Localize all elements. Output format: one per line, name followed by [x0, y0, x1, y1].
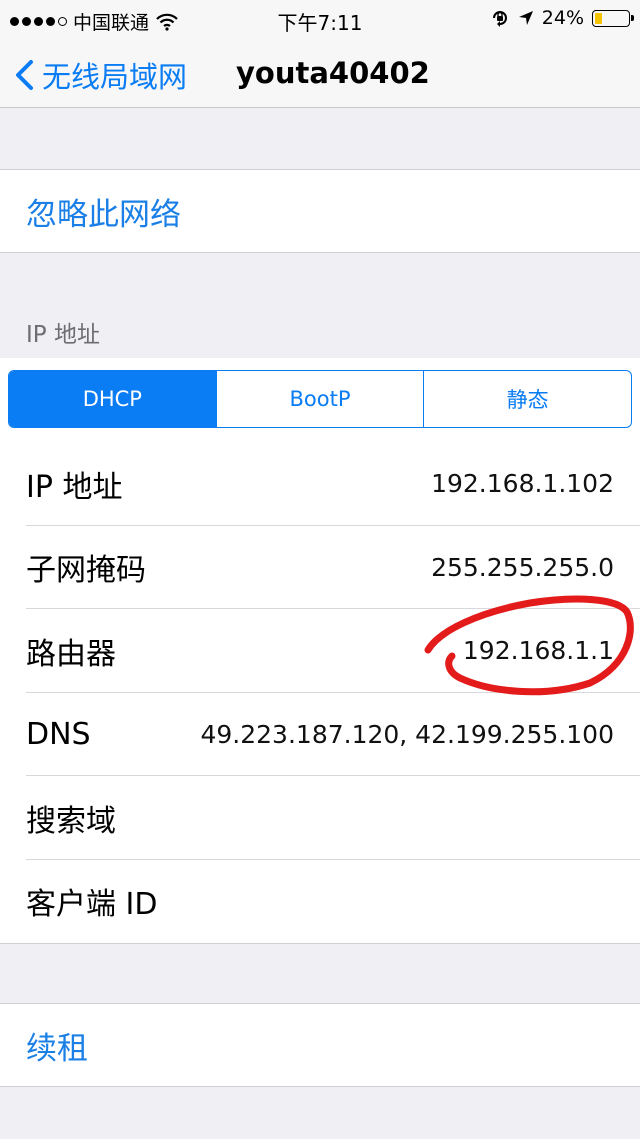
row-client-id[interactable]: 客户端 ID: [0, 860, 640, 944]
chevron-left-icon: [16, 60, 33, 90]
row-label: 子网掩码: [26, 553, 146, 589]
row-router: 路由器 192.168.1.1: [0, 609, 640, 693]
forget-network-group: 忽略此网络: [0, 169, 640, 253]
ip-mode-container: DHCP BootP 静态: [0, 358, 640, 442]
row-label: 搜索域: [26, 803, 116, 839]
row-subnet-mask: 子网掩码 255.255.255.0: [0, 526, 640, 610]
location-arrow-icon: [518, 11, 533, 25]
ip-details-list: IP 地址 192.168.1.102 子网掩码 255.255.255.0 路…: [0, 442, 640, 944]
row-dns[interactable]: DNS 49.223.187.120, 42.199.255.100: [0, 693, 640, 777]
row-value: 192.168.1.1: [462, 636, 614, 666]
navigation-bar: 无线局域网 youta40402: [0, 40, 640, 108]
battery-icon: [592, 9, 634, 27]
row-label: IP 地址: [26, 469, 123, 505]
page-title: youta40402: [236, 56, 430, 90]
back-button-label: 无线局域网: [42, 60, 188, 94]
row-label: 客户端 ID: [26, 887, 158, 923]
ip-mode-segmented-control: DHCP BootP 静态: [8, 370, 632, 428]
segment-bootp[interactable]: BootP: [215, 371, 424, 427]
ip-section-header: IP 地址: [26, 322, 100, 348]
row-search-domain[interactable]: 搜索域: [0, 776, 640, 860]
status-right: 24%: [490, 7, 634, 29]
segment-dhcp[interactable]: DHCP: [9, 371, 216, 427]
row-label: 路由器: [26, 636, 116, 672]
row-ip-address: IP 地址 192.168.1.102: [0, 442, 640, 526]
segment-static[interactable]: 静态: [423, 371, 631, 427]
row-value: 255.255.255.0: [431, 552, 614, 582]
renew-lease-button[interactable]: 续租: [0, 1004, 640, 1086]
row-value: 49.223.187.120, 42.199.255.100: [200, 719, 614, 749]
status-bar: 中国联通 下午7:11 24%: [0, 0, 640, 40]
row-label: DNS: [26, 716, 91, 752]
row-value: 192.168.1.102: [431, 469, 614, 499]
renew-lease-group: 续租: [0, 1003, 640, 1087]
back-button[interactable]: 无线局域网: [14, 54, 187, 96]
forget-network-button[interactable]: 忽略此网络: [0, 170, 640, 252]
battery-fill: [595, 12, 603, 24]
battery-percent: 24%: [541, 7, 584, 29]
orientation-lock-icon: [492, 11, 507, 27]
